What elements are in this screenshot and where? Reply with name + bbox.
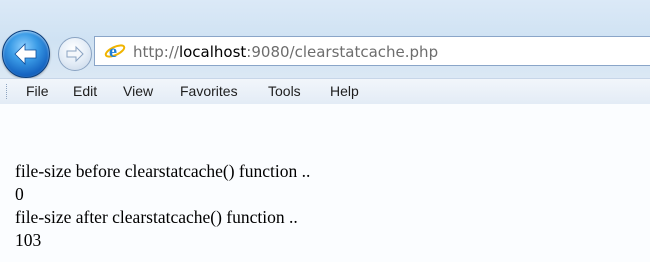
navigation-row: e http://localhost:9080/clearstatcache.p… (0, 28, 650, 78)
output-line-after-value: 103 (15, 230, 42, 250)
address-bar[interactable]: e http://localhost:9080/clearstatcache.p… (94, 36, 650, 66)
url-path: :9080/clearstatcache.php (246, 43, 439, 61)
menu-view[interactable]: View (123, 83, 153, 99)
forward-arrow-icon (66, 45, 84, 63)
menu-help[interactable]: Help (330, 83, 359, 99)
menu-edit[interactable]: Edit (73, 83, 97, 99)
menu-tools[interactable]: Tools (268, 83, 301, 99)
menu-grip (6, 84, 10, 99)
forward-button[interactable] (58, 37, 92, 71)
script-output: file-size before clearstatcache() functi… (15, 160, 310, 252)
output-line-after-label: file-size after clearstatcache() functio… (15, 207, 298, 227)
back-arrow-icon (14, 43, 37, 65)
back-button[interactable] (2, 30, 50, 78)
address-url[interactable]: http://localhost:9080/clearstatcache.php (133, 43, 438, 61)
url-host: localhost (178, 43, 247, 61)
url-scheme: http:// (133, 43, 179, 61)
menu-file[interactable]: File (26, 83, 49, 99)
menu-favorites[interactable]: Favorites (180, 83, 238, 99)
ie-logo-icon: e (104, 41, 126, 61)
page-content: file-size before clearstatcache() functi… (0, 104, 650, 262)
output-line-before-value: 0 (15, 184, 24, 204)
menu-bar: File Edit View Favorites Tools Help (0, 78, 650, 105)
output-line-before-label: file-size before clearstatcache() functi… (15, 161, 311, 181)
svg-text:e: e (109, 41, 117, 61)
browser-chrome: e http://localhost:9080/clearstatcache.p… (0, 0, 650, 105)
